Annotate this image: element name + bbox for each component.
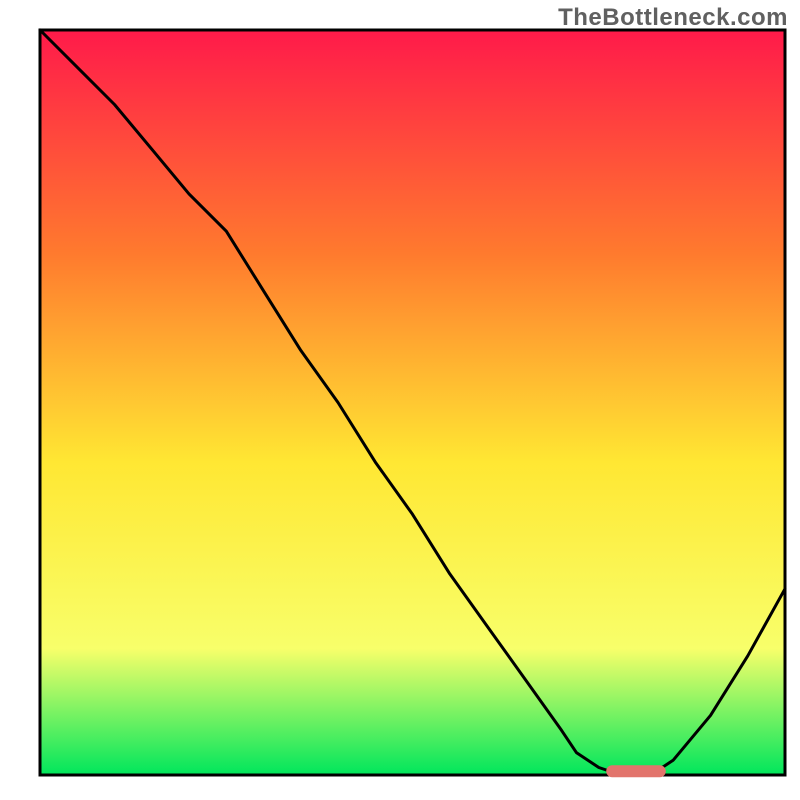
plot-background bbox=[40, 30, 785, 775]
minimum-marker bbox=[606, 765, 666, 777]
plot-svg bbox=[0, 0, 800, 800]
chart-stage: TheBottleneck.com bbox=[0, 0, 800, 800]
